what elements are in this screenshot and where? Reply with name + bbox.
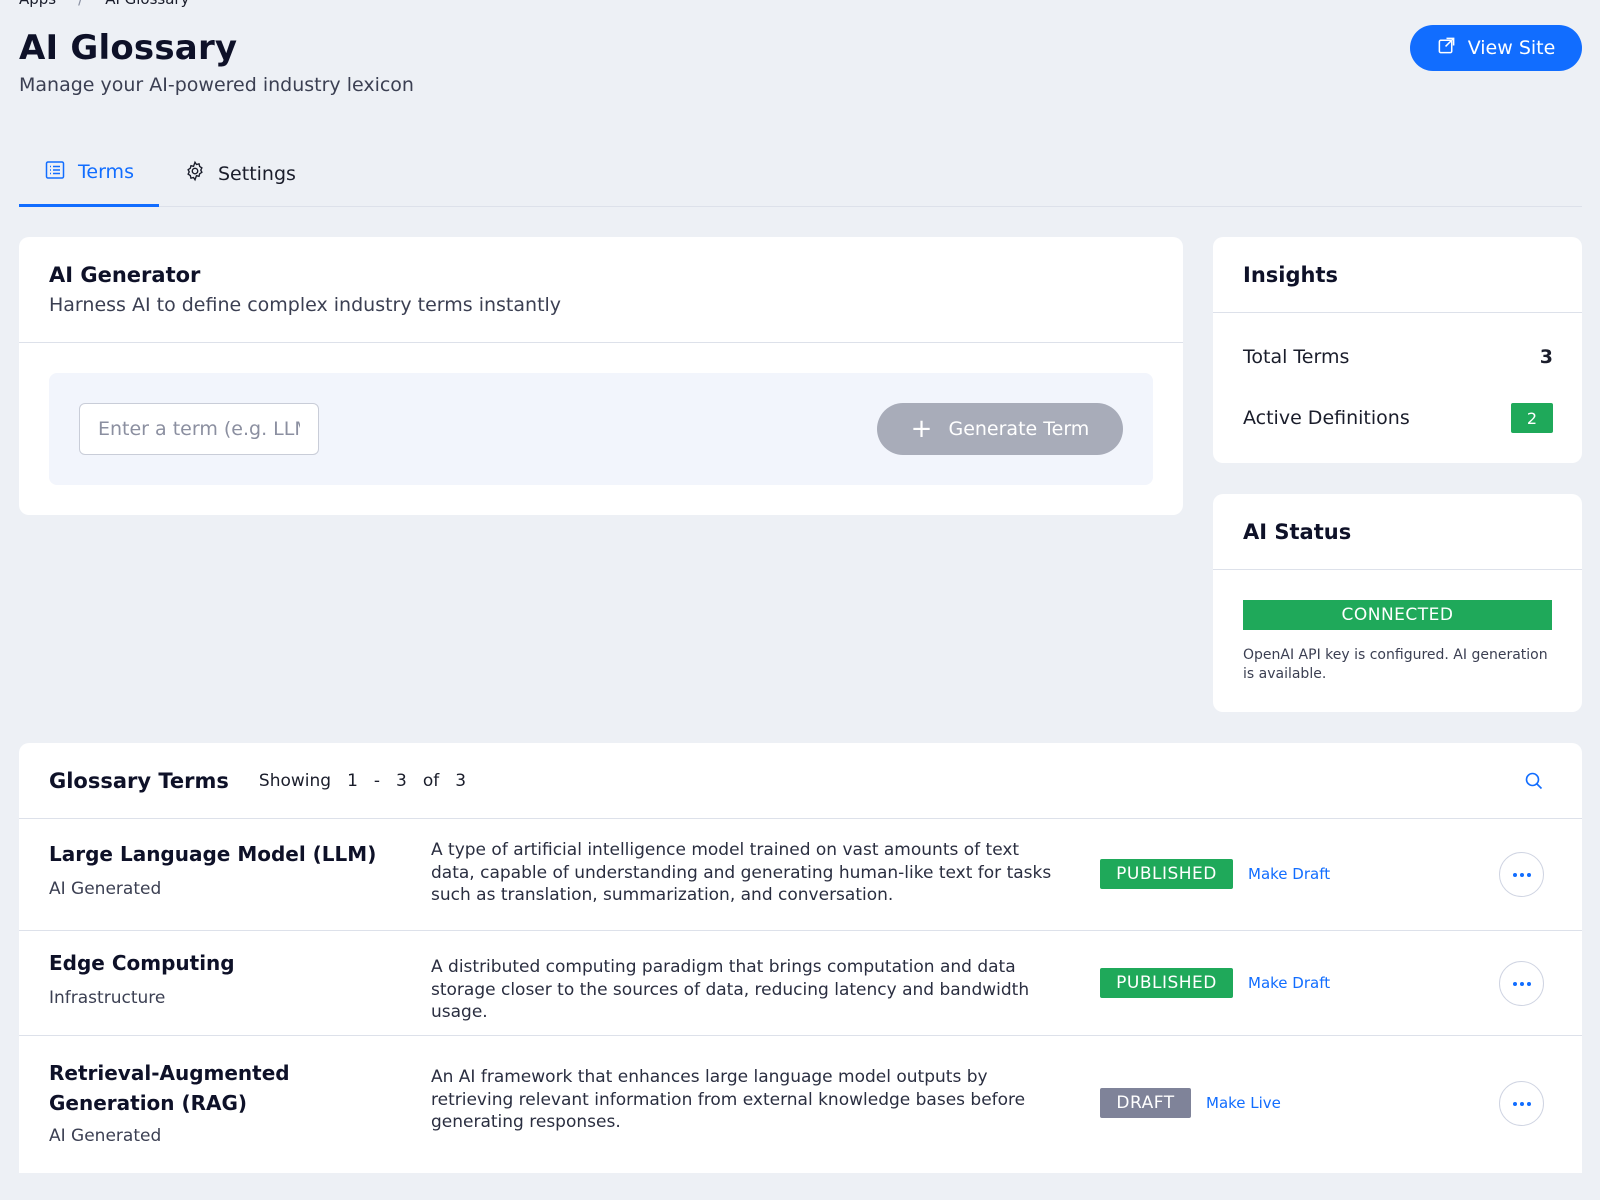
insights-title: Insights [1243, 263, 1338, 287]
tab-bar: Terms Settings [19, 140, 1582, 207]
more-icon [1512, 872, 1531, 877]
ai-generator-form: + Generate Term [49, 373, 1153, 485]
ai-status-title: AI Status [1243, 520, 1352, 544]
showing-of: of [422, 770, 440, 791]
showing-label: Showing [258, 770, 332, 791]
total-terms-label: Total Terms [1243, 346, 1350, 368]
term-name: Retrieval-Augmented Generation (RAG) [49, 1061, 290, 1115]
term-name: Edge Computing [49, 951, 235, 975]
term-category: Infrastructure [49, 988, 166, 1008]
tab-terms-label: Terms [78, 161, 134, 183]
term-name: Large Language Model (LLM) [49, 842, 377, 866]
active-definitions-label: Active Definitions [1243, 407, 1410, 429]
ai-status-note: OpenAI API key is configured. AI generat… [1243, 647, 1548, 682]
term-definition: A type of artificial intelligence model … [431, 840, 1052, 905]
insights-header: Insights [1213, 237, 1582, 313]
search-icon[interactable] [1524, 771, 1544, 791]
total-terms-value: 3 [1539, 346, 1553, 368]
term-input[interactable] [79, 403, 319, 455]
ai-status-card: AI Status CONNECTED OpenAI API key is co… [1213, 494, 1582, 712]
term-definition: An AI framework that enhances large lang… [431, 1067, 1026, 1132]
more-actions-button[interactable] [1499, 1081, 1544, 1126]
active-definitions-row: Active Definitions 2 [1243, 403, 1553, 433]
plus-icon: + [910, 414, 933, 444]
table-row: Retrieval-Augmented Generation (RAG) AI … [19, 1036, 1582, 1173]
list-icon [44, 159, 66, 186]
breadcrumb-item-current: AI Glossary [105, 0, 189, 8]
active-definitions-badge: 2 [1511, 403, 1553, 433]
pagination-summary: Showing 1 - 3 of 3 [259, 771, 466, 791]
status-badge: DRAFT [1100, 1088, 1191, 1118]
total-terms-row: Total Terms 3 [1243, 346, 1553, 368]
tab-settings-label: Settings [218, 162, 296, 185]
breadcrumb-separator: / [78, 0, 83, 8]
glossary-terms-header: Glossary Terms Showing 1 - 3 of 3 [19, 743, 1582, 819]
more-icon [1512, 981, 1531, 986]
status-badge: PUBLISHED [1100, 968, 1233, 998]
external-link-icon [1437, 36, 1456, 60]
showing-to: 3 [396, 770, 407, 791]
glossary-terms-title: Glossary Terms [49, 768, 229, 793]
breadcrumb-item-apps[interactable]: Apps [19, 0, 56, 8]
ai-generator-card: AI Generator Harness AI to define comple… [19, 237, 1183, 515]
generate-term-button[interactable]: + Generate Term [877, 403, 1123, 455]
ai-generator-subtitle: Harness AI to define complex industry te… [49, 294, 562, 316]
ai-status-header: AI Status [1213, 494, 1582, 570]
tab-terms[interactable]: Terms [19, 140, 159, 207]
make-draft-link[interactable]: Make Draft [1248, 974, 1330, 992]
connected-status-badge: CONNECTED [1243, 600, 1552, 630]
more-actions-button[interactable] [1499, 961, 1544, 1006]
more-icon [1512, 1101, 1531, 1106]
page-title: AI Glossary [19, 28, 238, 68]
make-draft-link[interactable]: Make Draft [1248, 865, 1330, 883]
gear-icon [184, 160, 206, 187]
term-category: AI Generated [49, 879, 162, 899]
more-actions-button[interactable] [1499, 852, 1544, 897]
table-row: Edge Computing Infrastructure A distribu… [19, 931, 1582, 1036]
showing-dash: - [373, 770, 381, 791]
term-definition: A distributed computing paradigm that br… [431, 957, 1030, 1022]
showing-total: 3 [455, 770, 467, 791]
showing-from: 1 [347, 770, 358, 791]
view-site-button[interactable]: View Site [1410, 25, 1582, 71]
tab-settings[interactable]: Settings [184, 140, 296, 207]
glossary-terms-card: Glossary Terms Showing 1 - 3 of 3 Large … [19, 743, 1582, 1173]
table-row: Large Language Model (LLM) AI Generated … [19, 819, 1582, 931]
breadcrumb: Apps / AI Glossary [19, 0, 189, 8]
view-site-label: View Site [1467, 37, 1556, 59]
generate-term-label: Generate Term [948, 418, 1090, 440]
term-category: AI Generated [49, 1126, 162, 1146]
ai-generator-title: AI Generator [49, 263, 201, 287]
page-subtitle: Manage your AI-powered industry lexicon [19, 74, 414, 96]
page: Apps / AI Glossary AI Glossary Manage yo… [0, 0, 1600, 1200]
status-badge: PUBLISHED [1100, 859, 1233, 889]
ai-generator-header: AI Generator Harness AI to define comple… [19, 237, 1183, 343]
make-live-link[interactable]: Make Live [1206, 1094, 1281, 1112]
